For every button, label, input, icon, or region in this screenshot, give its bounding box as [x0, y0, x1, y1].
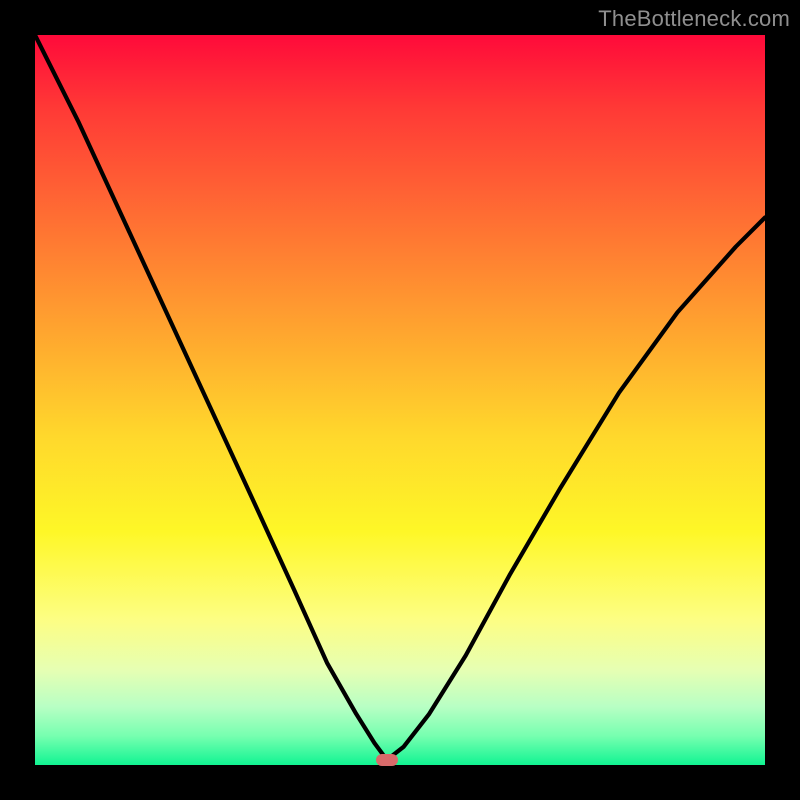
plot-area: [35, 35, 765, 765]
watermark-text: TheBottleneck.com: [598, 6, 790, 32]
bottleneck-curve: [35, 35, 765, 765]
chart-frame: TheBottleneck.com: [0, 0, 800, 800]
minimum-marker: [376, 754, 398, 766]
